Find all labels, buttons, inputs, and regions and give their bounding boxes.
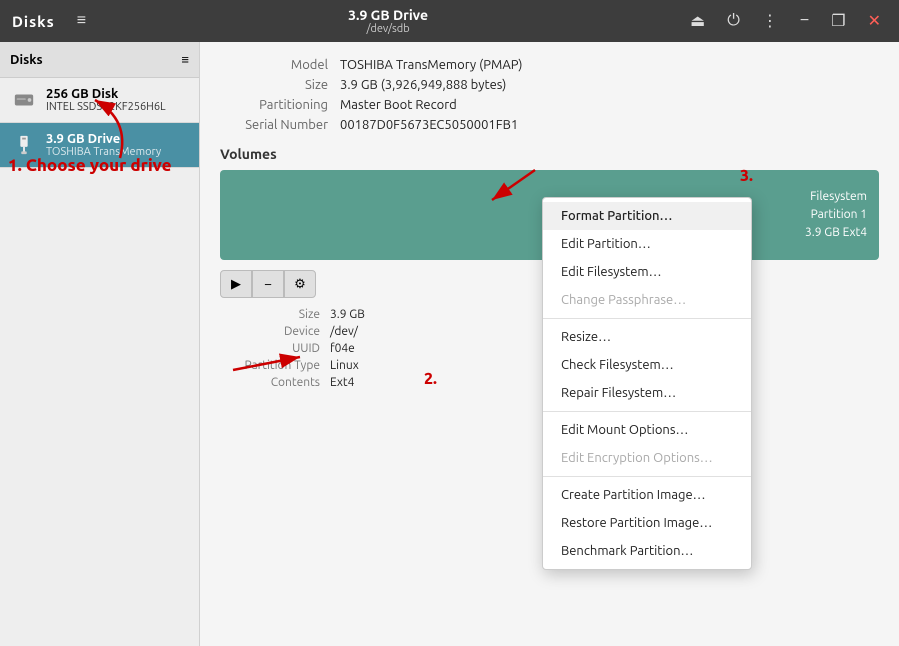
serial-label: Serial Number	[220, 118, 340, 132]
partition-label: Filesystem Partition 1 3.9 GB Ext4	[805, 188, 867, 242]
part-device-label: Device	[220, 325, 330, 338]
part-uuid-label: UUID	[220, 342, 330, 355]
volumes-title: Volumes	[220, 146, 879, 162]
app-title: Disks	[12, 13, 55, 30]
partitioning-label: Partitioning	[220, 98, 340, 112]
more-button[interactable]: ⋮	[756, 9, 784, 33]
partition-label-line1: Filesystem	[810, 190, 867, 203]
close-button[interactable]: ✕	[862, 9, 887, 33]
size-row: Size 3.9 GB (3,926,949,888 bytes)	[220, 78, 879, 92]
part-type-value: Linux	[330, 359, 359, 372]
context-menu: Format Partition…Edit Partition…Edit Fil…	[542, 197, 752, 570]
eject-button[interactable]: ⏏	[684, 9, 711, 33]
menu-item-benchmark[interactable]: Benchmark Partition…	[543, 537, 751, 565]
menu-item-edit-filesystem[interactable]: Edit Filesystem…	[543, 258, 751, 286]
titlebar-center: 3.9 GB Drive /dev/sdb	[348, 7, 428, 35]
disk2-sub: TOSHIBA TransMemory	[46, 146, 161, 158]
part-uuid-value: f04e	[330, 342, 355, 355]
size-value: 3.9 GB (3,926,949,888 bytes)	[340, 78, 506, 92]
disk1-sub: INTEL SSDSC2KF256H6L	[46, 101, 166, 113]
menu-separator	[543, 318, 751, 319]
main-container: Disks ≡ 256 GB Disk INTEL SSDSC2KF256H6L	[0, 42, 899, 646]
menu-separator	[543, 411, 751, 412]
model-value: TOSHIBA TransMemory (PMAP)	[340, 58, 523, 72]
serial-row: Serial Number 00187D0F5673EC5050001FB1	[220, 118, 879, 132]
sidebar-menu-icon[interactable]: ≡	[181, 52, 189, 67]
part-size-value: 3.9 GB	[330, 308, 365, 321]
disk1-info: 256 GB Disk INTEL SSDSC2KF256H6L	[46, 87, 166, 113]
menu-item-edit-partition[interactable]: Edit Partition…	[543, 230, 751, 258]
partitioning-row: Partitioning Master Boot Record	[220, 98, 879, 112]
sidebar-header: Disks ≡	[0, 42, 199, 78]
part-size-label: Size	[220, 308, 330, 321]
size-label: Size	[220, 78, 340, 92]
hdd-icon	[10, 86, 38, 114]
sidebar: Disks ≡ 256 GB Disk INTEL SSDSC2KF256H6L	[0, 42, 200, 646]
titlebar: Disks ≡ 3.9 GB Drive /dev/sdb ⏏ ⏻ ⋮ − ❐ …	[0, 0, 899, 42]
menu-item-create-image[interactable]: Create Partition Image…	[543, 481, 751, 509]
menu-item-restore-image[interactable]: Restore Partition Image…	[543, 509, 751, 537]
serial-value: 00187D0F5673EC5050001FB1	[340, 118, 518, 132]
part-contents-value: Ext4	[330, 376, 354, 389]
menu-item-edit-encryption: Edit Encryption Options…	[543, 444, 751, 472]
restore-button[interactable]: ❐	[825, 9, 851, 33]
minus-button[interactable]: −	[252, 270, 284, 298]
titlebar-right: ⏏ ⏻ ⋮ − ❐ ✕	[684, 9, 887, 33]
menu-item-resize[interactable]: Resize…	[543, 323, 751, 351]
part-type-label: Partition Type	[220, 359, 330, 372]
menu-item-change-passphrase: Change Passphrase…	[543, 286, 751, 314]
sidebar-item-disk1[interactable]: 256 GB Disk INTEL SSDSC2KF256H6L	[0, 78, 199, 123]
model-label: Model	[220, 58, 340, 72]
sidebar-title: Disks	[10, 53, 43, 67]
usb-icon	[10, 131, 38, 159]
power-button[interactable]: ⏻	[721, 10, 746, 32]
partition-label-line3: 3.9 GB Ext4	[805, 226, 867, 239]
menu-separator	[543, 476, 751, 477]
model-row: Model TOSHIBA TransMemory (PMAP)	[220, 58, 879, 72]
partition-label-line2: Partition 1	[811, 208, 867, 221]
menu-button[interactable]: ≡	[71, 10, 92, 32]
menu-item-repair-filesystem[interactable]: Repair Filesystem…	[543, 379, 751, 407]
minimize-button[interactable]: −	[794, 10, 815, 32]
disk1-name: 256 GB Disk	[46, 87, 166, 101]
play-button[interactable]: ▶	[220, 270, 252, 298]
titlebar-left: Disks ≡	[12, 10, 92, 32]
disk2-info: 3.9 GB Drive TOSHIBA TransMemory	[46, 132, 161, 158]
content-area: Model TOSHIBA TransMemory (PMAP) Size 3.…	[200, 42, 899, 646]
sidebar-item-disk2[interactable]: 3.9 GB Drive TOSHIBA TransMemory	[0, 123, 199, 168]
menu-item-format[interactable]: Format Partition…	[543, 202, 751, 230]
drive-title: 3.9 GB Drive	[348, 7, 428, 23]
partitioning-value: Master Boot Record	[340, 98, 457, 112]
part-device-value: /dev/	[330, 325, 358, 338]
disk2-name: 3.9 GB Drive	[46, 132, 161, 146]
menu-item-check-filesystem[interactable]: Check Filesystem…	[543, 351, 751, 379]
part-contents-label: Contents	[220, 376, 330, 389]
menu-item-edit-mount[interactable]: Edit Mount Options…	[543, 416, 751, 444]
drive-subtitle: /dev/sdb	[366, 23, 409, 35]
gear-button[interactable]: ⚙	[284, 270, 316, 298]
